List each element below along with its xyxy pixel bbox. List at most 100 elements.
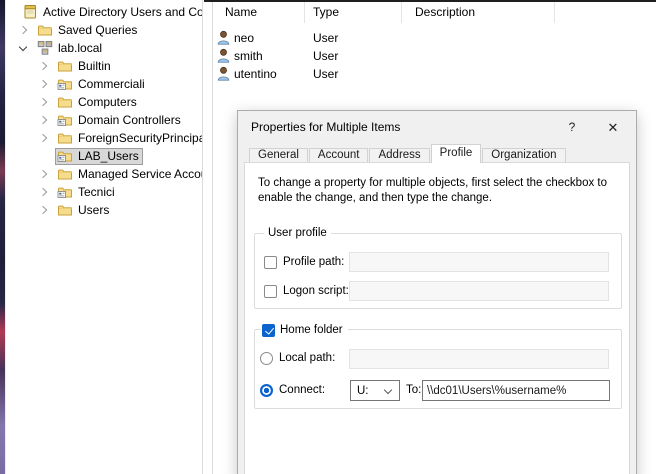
list-body: neoUser smith User utentino User xyxy=(213,29,656,83)
chevron-down-icon xyxy=(384,386,393,395)
tree-item-label: Commerciali xyxy=(78,77,145,91)
chevron-spacer xyxy=(37,150,49,162)
tree-item-commerciali[interactable]: Commerciali xyxy=(6,75,202,93)
help-icon[interactable]: ? xyxy=(560,111,584,144)
column-header-type[interactable]: Type xyxy=(305,2,402,23)
tab-general[interactable]: General xyxy=(249,148,308,162)
home-folder-label: Home folder xyxy=(280,324,343,336)
tree-item-users[interactable]: Users xyxy=(6,201,202,219)
group-title: User profile xyxy=(264,226,331,241)
tree-item-domain-controllers[interactable]: Domain Controllers xyxy=(6,111,202,129)
connect-label: Connect: xyxy=(279,384,325,396)
chevron-right-icon[interactable] xyxy=(37,78,49,90)
tree-item-label: Users xyxy=(78,203,109,217)
tree-item-managed-service-accounts[interactable]: Managed Service Accounts xyxy=(6,165,202,183)
user-profile-group: User profile Profile path: Logon script: xyxy=(254,233,622,309)
tab-account[interactable]: Account xyxy=(309,148,369,162)
list-row-neo[interactable]: neoUser xyxy=(213,29,656,47)
chevron-right-icon[interactable] xyxy=(37,96,49,108)
ou-folder-icon xyxy=(57,76,73,92)
tree-item-label: lab.local xyxy=(58,41,102,55)
mmc-window: Active Directory Users and Computers Save… xyxy=(0,0,656,474)
local-path-input[interactable] xyxy=(349,349,609,369)
tree-item-label: Domain Controllers xyxy=(78,113,181,127)
tree-item-label: Saved Queries xyxy=(58,23,137,37)
tree-item-label: ForeignSecurityPrincipals xyxy=(78,131,203,145)
tree-item-tecnici[interactable]: Tecnici xyxy=(6,183,202,201)
connect-path-input[interactable] xyxy=(422,380,610,401)
tree-item-label: Tecnici xyxy=(78,185,115,199)
tab-organization[interactable]: Organization xyxy=(482,148,565,162)
folder-icon xyxy=(57,202,73,218)
folder-icon xyxy=(57,130,73,146)
logon-script-checkbox[interactable] xyxy=(264,285,277,298)
console-tree: Active Directory Users and Computers Save… xyxy=(5,0,203,474)
chevron-right-icon[interactable] xyxy=(17,24,29,36)
tree-item-active-directory-users-and-computers[interactable]: Active Directory Users and Computers xyxy=(6,3,202,21)
connect-radio[interactable] xyxy=(260,384,273,397)
logon-script-label: Logon script: xyxy=(283,285,349,297)
tree-item-lab-local[interactable]: lab.local xyxy=(6,39,202,57)
home-folder-group: Home folder Local path: Connect: U: To: xyxy=(254,329,622,409)
chevron-down-icon[interactable] xyxy=(17,42,29,54)
list-row-utentino[interactable]: utentino User xyxy=(213,65,656,83)
local-path-row: Local path: xyxy=(260,350,335,366)
ou-folder-icon xyxy=(57,148,73,164)
connect-row: Connect: xyxy=(260,382,325,398)
home-folder-checkbox[interactable] xyxy=(262,324,275,337)
dialog-instructions: To change a property for multiple object… xyxy=(258,176,607,206)
user-name: utentino xyxy=(234,67,277,81)
tree-item-foreignsecurityprincipals[interactable]: ForeignSecurityPrincipals xyxy=(6,129,202,147)
local-path-radio[interactable] xyxy=(260,352,273,365)
tree-item-lab-users[interactable]: LAB_Users xyxy=(6,147,202,165)
logon-script-input[interactable] xyxy=(349,281,609,301)
selected-highlight: LAB_Users xyxy=(55,148,143,165)
folder-icon xyxy=(57,58,73,74)
profile-path-row: Profile path: xyxy=(264,254,344,270)
name-cell: smith xyxy=(213,48,305,64)
tree-item-saved-queries[interactable]: Saved Queries xyxy=(6,21,202,39)
tab-profile[interactable]: Profile xyxy=(431,144,482,163)
tree-item-label: Managed Service Accounts xyxy=(78,167,203,181)
profile-path-label: Profile path: xyxy=(283,256,344,268)
dialog-titlebar[interactable]: Properties for Multiple Items ? ✕ xyxy=(238,111,636,144)
chevron-right-icon[interactable] xyxy=(37,60,49,72)
column-header-name[interactable]: Name xyxy=(213,2,305,23)
drive-letter-dropdown[interactable]: U: xyxy=(350,380,400,401)
tree-item-label: Active Directory Users and Computers xyxy=(43,5,203,19)
tree-item-computers[interactable]: Computers xyxy=(6,93,202,111)
type-cell: User xyxy=(305,67,402,81)
tree-item-label: Builtin xyxy=(78,59,111,73)
chevron-right-icon[interactable] xyxy=(37,114,49,126)
window-top-edge xyxy=(204,0,656,2)
tree-item-builtin[interactable]: Builtin xyxy=(6,57,202,75)
ou-folder-icon xyxy=(57,112,73,128)
chevron-right-icon[interactable] xyxy=(37,186,49,198)
console-icon xyxy=(22,4,38,20)
type-cell: User xyxy=(305,31,402,45)
user-icon xyxy=(216,30,231,46)
profile-path-checkbox[interactable] xyxy=(264,256,277,269)
dialog-tabstrip: GeneralAccountAddressProfileOrganization xyxy=(249,145,567,162)
type-cell: User xyxy=(305,49,402,63)
name-cell: utentino xyxy=(213,66,305,82)
properties-dialog: Properties for Multiple Items ? ✕ Genera… xyxy=(237,110,637,474)
profile-tab-page: To change a property for multiple object… xyxy=(244,162,630,474)
chevron-right-icon[interactable] xyxy=(37,204,49,216)
ou-folder-icon xyxy=(57,184,73,200)
column-header-description[interactable]: Description xyxy=(402,2,555,23)
user-name: smith xyxy=(234,49,263,63)
list-header: NameTypeDescription xyxy=(213,2,656,23)
folder-icon xyxy=(57,166,73,182)
chevron-right-icon[interactable] xyxy=(37,168,49,180)
home-folder-header: Home folder xyxy=(261,322,348,338)
tab-address[interactable]: Address xyxy=(369,148,429,162)
instruction-line: enable the change, and then type the cha… xyxy=(258,191,607,206)
close-icon[interactable]: ✕ xyxy=(596,111,630,144)
list-row-smith[interactable]: smith User xyxy=(213,47,656,65)
profile-path-input[interactable] xyxy=(349,252,609,272)
folder-icon xyxy=(57,94,73,110)
drive-letter-value: U: xyxy=(357,385,369,397)
chevron-right-icon[interactable] xyxy=(37,132,49,144)
column-header-blank[interactable] xyxy=(555,2,656,23)
